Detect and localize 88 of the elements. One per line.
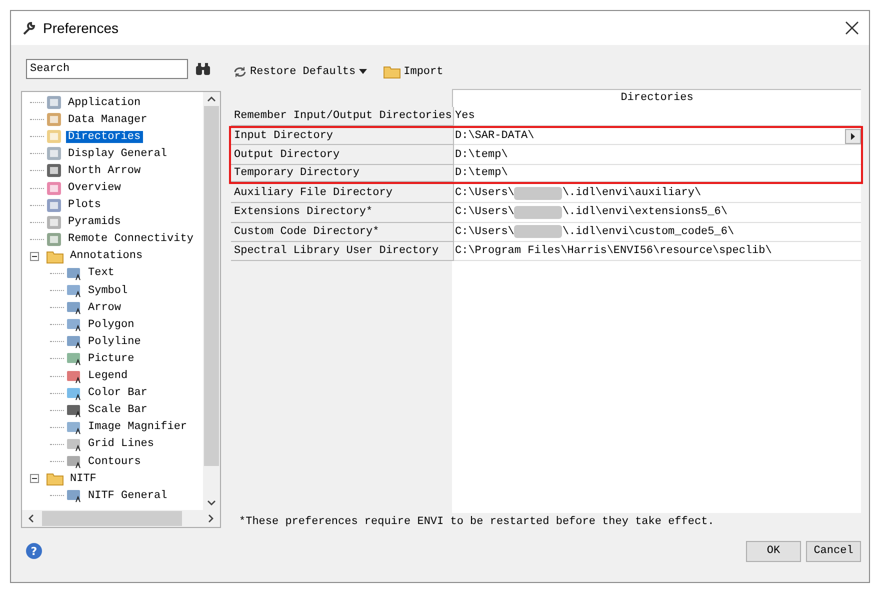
refresh-icon <box>233 66 247 78</box>
close-icon[interactable] <box>845 21 859 35</box>
tree-item[interactable]: North Arrow <box>66 164 143 177</box>
property-value[interactable]: \.idl\envi\custom_code5_6\ <box>562 226 734 238</box>
caret-icon <box>358 69 367 74</box>
property-name: Remember Input/Output Directories <box>231 106 454 126</box>
property-name: Temporary Directory <box>231 164 454 182</box>
tree-item[interactable]: Display General <box>66 148 170 160</box>
property-value[interactable]: D:\temp\ <box>455 166 508 179</box>
annotation-icon <box>66 368 82 384</box>
annotation-icon <box>66 386 82 401</box>
preference-icon <box>46 163 62 178</box>
footnote: *These preferences require ENVI to be restarted before they take effect. <box>238 516 716 528</box>
tree-item[interactable]: Application <box>66 96 143 109</box>
dialog-button[interactable]: OK <box>746 540 801 562</box>
tree-item[interactable]: Directories <box>66 130 143 143</box>
annotation-icon <box>66 420 82 435</box>
restore-defaults-button[interactable]: Restore Defaults <box>231 66 369 78</box>
tree-item[interactable]: Color Bar <box>86 387 150 400</box>
property-name: Output Directory <box>231 145 454 165</box>
annotation-icon <box>66 454 82 470</box>
property-name: Auxiliary File Directory <box>231 184 454 204</box>
property-value[interactable]: C:\Users\ <box>455 226 514 238</box>
property-name: Input Directory <box>231 128 454 146</box>
tree-item[interactable]: Legend <box>86 370 130 382</box>
tree-item[interactable]: Pyramids <box>66 216 123 228</box>
tree-item[interactable]: Annotations <box>68 250 145 262</box>
window-title: Preferences <box>43 20 120 36</box>
preference-icon <box>46 112 62 128</box>
tree-item[interactable]: Symbol <box>86 284 130 297</box>
annotation-icon <box>66 436 82 452</box>
annotation-icon <box>66 334 82 350</box>
property-value[interactable]: D:\temp\ <box>455 148 508 161</box>
preference-icon <box>46 95 62 110</box>
wrench-icon <box>21 20 37 36</box>
annotation-icon <box>66 300 82 316</box>
horizontal-scrollbar[interactable] <box>22 510 220 527</box>
annotation-icon <box>66 283 82 298</box>
preference-icon <box>46 129 62 144</box>
tree-item[interactable]: Data Manager <box>66 114 150 126</box>
tree-item[interactable]: Grid Lines <box>86 438 156 450</box>
preference-icon <box>46 198 62 213</box>
tree-item[interactable]: NITF <box>68 472 98 485</box>
vertical-scrollbar[interactable] <box>203 92 220 510</box>
property-value[interactable]: \.idl\envi\extensions5_6\ <box>562 206 728 218</box>
search-field[interactable]: Search <box>26 59 188 79</box>
property-value[interactable]: D:\SAR-DATA\ <box>455 130 534 142</box>
browse-button[interactable] <box>845 128 861 144</box>
triangle-right-icon <box>851 132 855 140</box>
property-value[interactable]: C:\Users\ <box>455 206 514 218</box>
tree-item[interactable]: Plots <box>66 199 104 212</box>
preference-icon <box>46 180 62 196</box>
folder-icon <box>382 64 401 80</box>
binoculars-icon[interactable] <box>195 62 211 76</box>
property-name: Extensions Directory* <box>231 203 454 223</box>
annotation-icon <box>66 317 82 332</box>
preference-icon <box>46 146 62 162</box>
property-name: Custom Code Directory* <box>231 222 454 242</box>
dialog-button[interactable]: Cancel <box>806 540 861 562</box>
tree-item[interactable]: Picture <box>86 352 136 365</box>
tree-item[interactable]: Polyline <box>86 336 143 348</box>
property-value[interactable]: Yes <box>455 110 475 122</box>
tree-item[interactable]: Polygon <box>86 318 136 331</box>
property-name: Spectral Library User Directory <box>231 242 454 262</box>
annotation-icon <box>66 402 82 418</box>
annotation-icon <box>66 266 82 281</box>
tree-item[interactable]: Arrow <box>86 302 124 314</box>
help-icon[interactable]: ? <box>26 543 42 559</box>
annotation-icon <box>66 488 82 504</box>
preference-icon <box>46 232 62 247</box>
tree-item[interactable]: Remote Connectivity <box>66 233 196 246</box>
redacted-block <box>514 225 562 238</box>
preference-icon <box>46 214 62 230</box>
import-button[interactable]: Import <box>380 64 446 80</box>
folder-icon <box>46 471 64 486</box>
property-value[interactable]: C:\Users\ <box>455 187 514 200</box>
tree-item[interactable]: Text <box>86 267 116 280</box>
column-header: Directories <box>452 88 861 107</box>
property-value[interactable]: \.idl\envi\auxiliary\ <box>562 187 702 200</box>
annotation-icon <box>66 351 82 366</box>
tree-item[interactable]: NITF General <box>86 490 170 502</box>
redacted-block <box>514 206 562 219</box>
tree-item[interactable]: Overview <box>66 182 123 194</box>
tree-item[interactable]: Scale Bar <box>86 404 150 416</box>
tree-item[interactable]: Contours <box>86 456 143 468</box>
folder-icon <box>46 248 64 264</box>
tree-item[interactable]: Image Magnifier <box>86 421 190 434</box>
redacted-block <box>514 186 562 200</box>
